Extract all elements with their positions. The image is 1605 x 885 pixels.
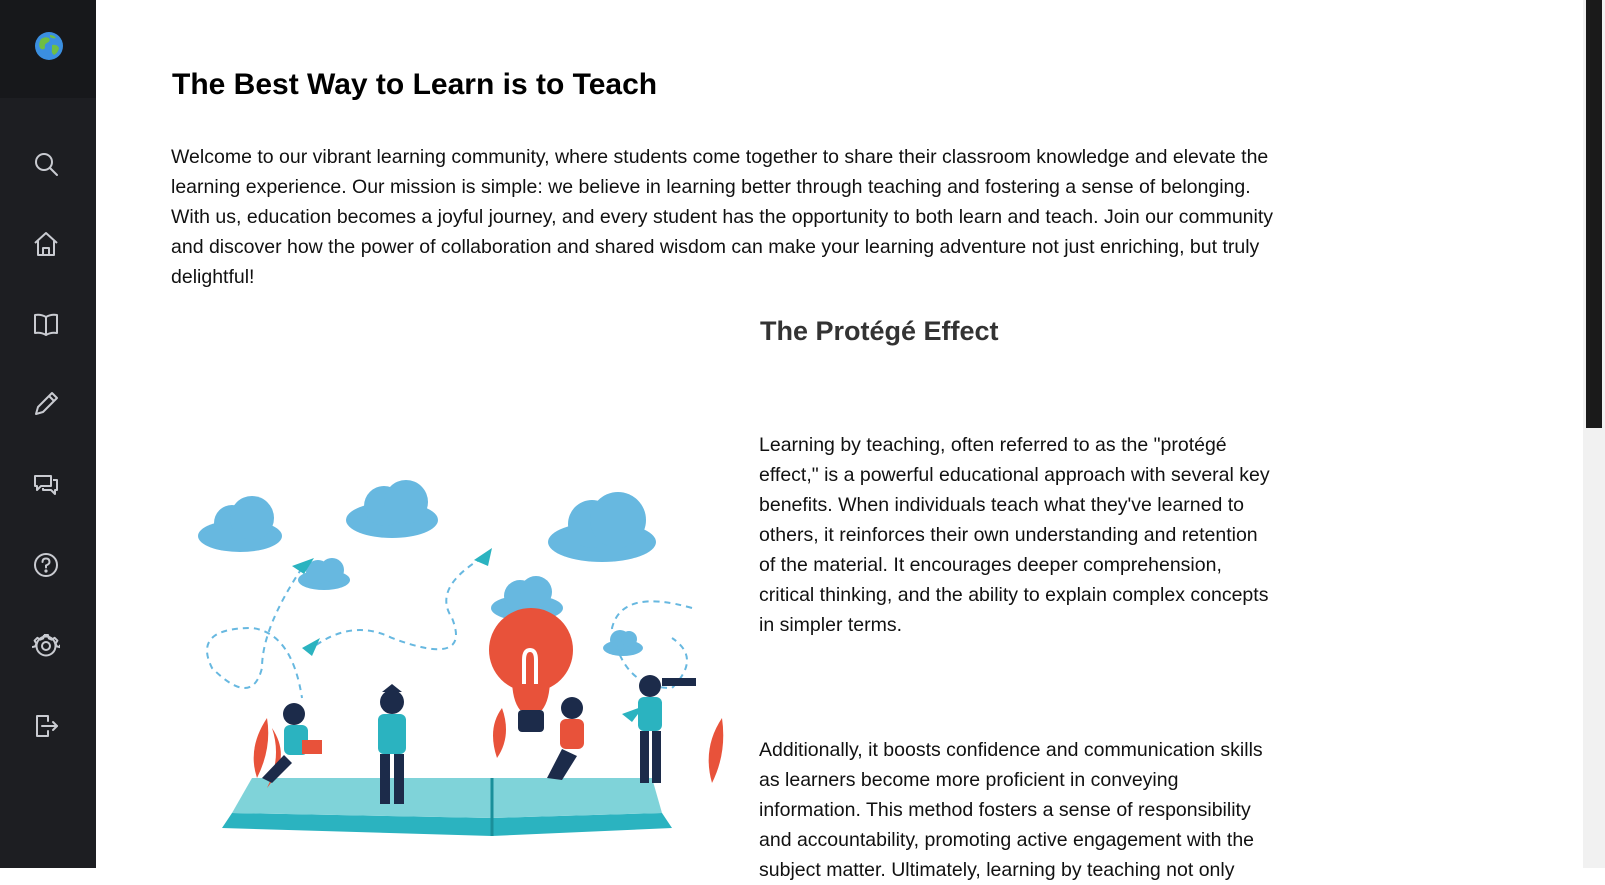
logout-icon [36,715,58,737]
help-icon [34,553,58,577]
write-button[interactable] [28,386,64,422]
scrollbar-thumb[interactable] [1586,0,1602,428]
section-paragraph: Additionally, it boosts confidence and c… [759,739,1263,881]
help-button[interactable] [28,547,64,583]
page-title: The Best Way to Learn is to Teach [172,68,658,101]
globe-icon[interactable] [34,31,64,61]
intro-paragraph: Welcome to our vibrant learning communit… [171,146,1274,288]
chat-button[interactable] [28,467,64,503]
settings-button[interactable] [28,628,64,664]
home-button[interactable] [28,226,64,262]
sidebar [0,0,96,868]
logout-button[interactable] [28,708,64,744]
chat-icon [34,475,58,495]
main-content: The Best Way to Learn is to Teach Welcom… [96,0,1583,881]
home-icon [34,232,58,256]
courses-button[interactable] [28,306,64,342]
teaching-illustration [192,478,792,862]
section-paragraph: Learning by teaching, often referred to … [759,434,1270,636]
gear-icon [32,634,60,657]
book-icon [34,313,58,336]
sidebar-header [0,0,96,98]
search-button[interactable] [28,146,64,182]
search-icon [35,153,58,176]
pencil-icon [35,392,58,415]
cloud-icon [198,480,656,656]
section-title: The Protégé Effect [760,316,999,346]
vertical-scrollbar[interactable] [1583,0,1605,868]
